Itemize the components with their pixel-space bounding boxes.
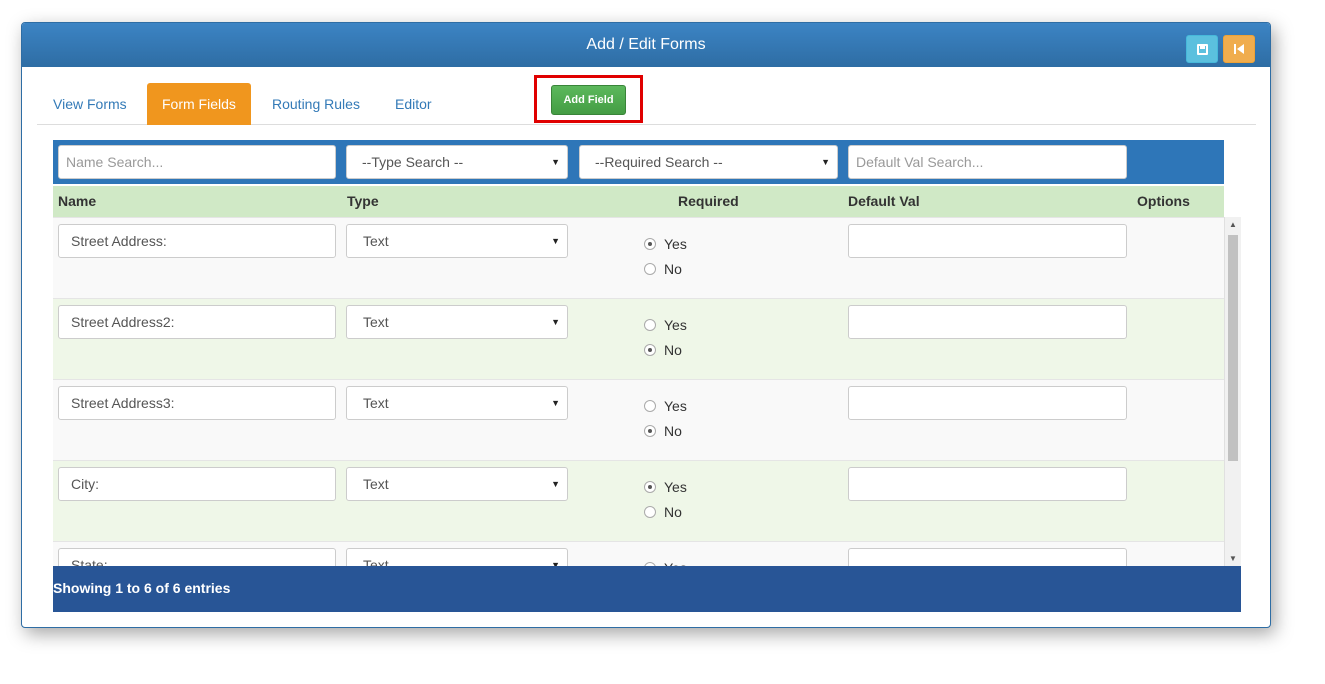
default-val-input[interactable] [848, 305, 1127, 339]
radio-dot [644, 425, 656, 437]
back-button[interactable] [1223, 35, 1255, 63]
caret-down-icon: ▼ [551, 317, 560, 327]
tab-view-forms[interactable]: View Forms [38, 83, 142, 125]
table-footer: Showing 1 to 6 of 6 entries [53, 566, 1241, 612]
col-default-val[interactable]: Default Val [848, 186, 920, 216]
caret-down-icon: ▼ [551, 398, 560, 408]
name-search-input[interactable]: Name Search... [58, 145, 336, 179]
radio-label: No [664, 423, 682, 439]
table-row: City: Text ▼ Yes No [53, 460, 1224, 541]
field-type-value: Text [363, 476, 389, 492]
field-type-value: Text [363, 233, 389, 249]
table-row: Street Address: Text ▼ Yes No [53, 217, 1224, 298]
radio-label: Yes [664, 317, 687, 333]
table-header: Name Type Required Default Val Options [53, 186, 1224, 217]
field-type-select[interactable]: Text ▼ [346, 224, 568, 258]
radio-label: Yes [664, 398, 687, 414]
table-row: Street Address2: Text ▼ Yes No [53, 298, 1224, 379]
required-search-select[interactable]: --Required Search -- ▼ [579, 145, 838, 179]
tab-bar: View Forms Form Fields Routing Rules Edi… [37, 81, 1256, 125]
default-val-input[interactable] [848, 467, 1127, 501]
radio-dot [644, 481, 656, 493]
default-val-input[interactable] [848, 548, 1127, 566]
required-yes-radio[interactable]: Yes [644, 478, 687, 496]
add-field-highlight: Add Field [534, 75, 643, 123]
radio-dot [644, 263, 656, 275]
col-options: Options [1137, 193, 1190, 209]
field-type-select[interactable]: Text ▼ [346, 548, 568, 566]
field-name-input[interactable]: Street Address3: [58, 386, 336, 420]
caret-down-icon: ▼ [551, 236, 560, 246]
radio-label: Yes [664, 479, 687, 495]
add-edit-forms-panel: Add / Edit Forms View Forms Form Fields … [21, 22, 1271, 628]
radio-dot [644, 506, 656, 518]
required-yes-radio[interactable]: Yes [644, 235, 687, 253]
caret-down-icon: ▼ [551, 479, 560, 489]
radio-dot [644, 344, 656, 356]
type-search-select[interactable]: --Type Search -- ▼ [346, 145, 568, 179]
col-required[interactable]: Required [678, 186, 739, 216]
table-row: State: Text ▼ Yes [53, 541, 1224, 566]
page-title: Add / Edit Forms [586, 36, 706, 53]
scrollbar-thumb[interactable] [1228, 235, 1238, 461]
table-scrollbar[interactable]: ▲ ▼ [1224, 217, 1241, 566]
default-val-input[interactable] [848, 224, 1127, 258]
default-val-input[interactable] [848, 386, 1127, 420]
tab-routing-rules[interactable]: Routing Rules [257, 83, 375, 125]
required-no-radio[interactable]: No [644, 341, 682, 359]
field-type-select[interactable]: Text ▼ [346, 386, 568, 420]
required-yes-radio[interactable]: Yes [644, 316, 687, 334]
radio-dot [644, 238, 656, 250]
step-backward-icon [1234, 44, 1244, 54]
table-row: Street Address3: Text ▼ Yes No [53, 379, 1224, 460]
field-name-input[interactable]: State: [58, 548, 336, 566]
field-type-select[interactable]: Text ▼ [346, 305, 568, 339]
radio-label: No [664, 342, 682, 358]
required-no-radio[interactable]: No [644, 260, 682, 278]
filter-bar: Name Search... --Type Search -- ▼ --Requ… [53, 140, 1224, 184]
tab-form-fields[interactable]: Form Fields [147, 83, 251, 125]
default-val-search-input[interactable]: Default Val Search... [848, 145, 1127, 179]
field-name-input[interactable]: City: [58, 467, 336, 501]
radio-label: No [664, 261, 682, 277]
radio-dot [644, 319, 656, 331]
field-name-input[interactable]: Street Address: [58, 224, 336, 258]
scroll-down-icon[interactable]: ▼ [1229, 554, 1237, 563]
tab-editor[interactable]: Editor [380, 83, 447, 125]
field-type-value: Text [363, 557, 389, 566]
radio-label: Yes [664, 236, 687, 252]
floppy-disk-icon [1196, 43, 1208, 55]
entries-info: Showing 1 to 6 of 6 entries [53, 580, 231, 596]
field-type-value: Text [363, 395, 389, 411]
required-yes-radio[interactable]: Yes [644, 397, 687, 415]
caret-down-icon: ▼ [821, 157, 830, 167]
type-search-value: --Type Search -- [362, 154, 464, 170]
field-type-select[interactable]: Text ▼ [346, 467, 568, 501]
caret-down-icon: ▼ [551, 157, 560, 167]
required-search-value: --Required Search -- [595, 154, 723, 170]
field-type-value: Text [363, 314, 389, 330]
col-type[interactable]: Type [347, 186, 379, 216]
panel-header: Add / Edit Forms [22, 23, 1270, 67]
required-yes-radio[interactable]: Yes [644, 559, 687, 566]
radio-label: No [664, 504, 682, 520]
required-no-radio[interactable]: No [644, 503, 682, 521]
add-field-button[interactable]: Add Field [551, 85, 626, 115]
save-button[interactable] [1186, 35, 1218, 63]
required-no-radio[interactable]: No [644, 422, 682, 440]
scroll-up-icon[interactable]: ▲ [1229, 220, 1237, 229]
col-name[interactable]: Name [58, 186, 96, 216]
field-name-input[interactable]: Street Address2: [58, 305, 336, 339]
table-body: Street Address: Text ▼ Yes No Street Addr… [53, 217, 1241, 566]
caret-down-icon: ▼ [551, 560, 560, 566]
radio-dot [644, 400, 656, 412]
